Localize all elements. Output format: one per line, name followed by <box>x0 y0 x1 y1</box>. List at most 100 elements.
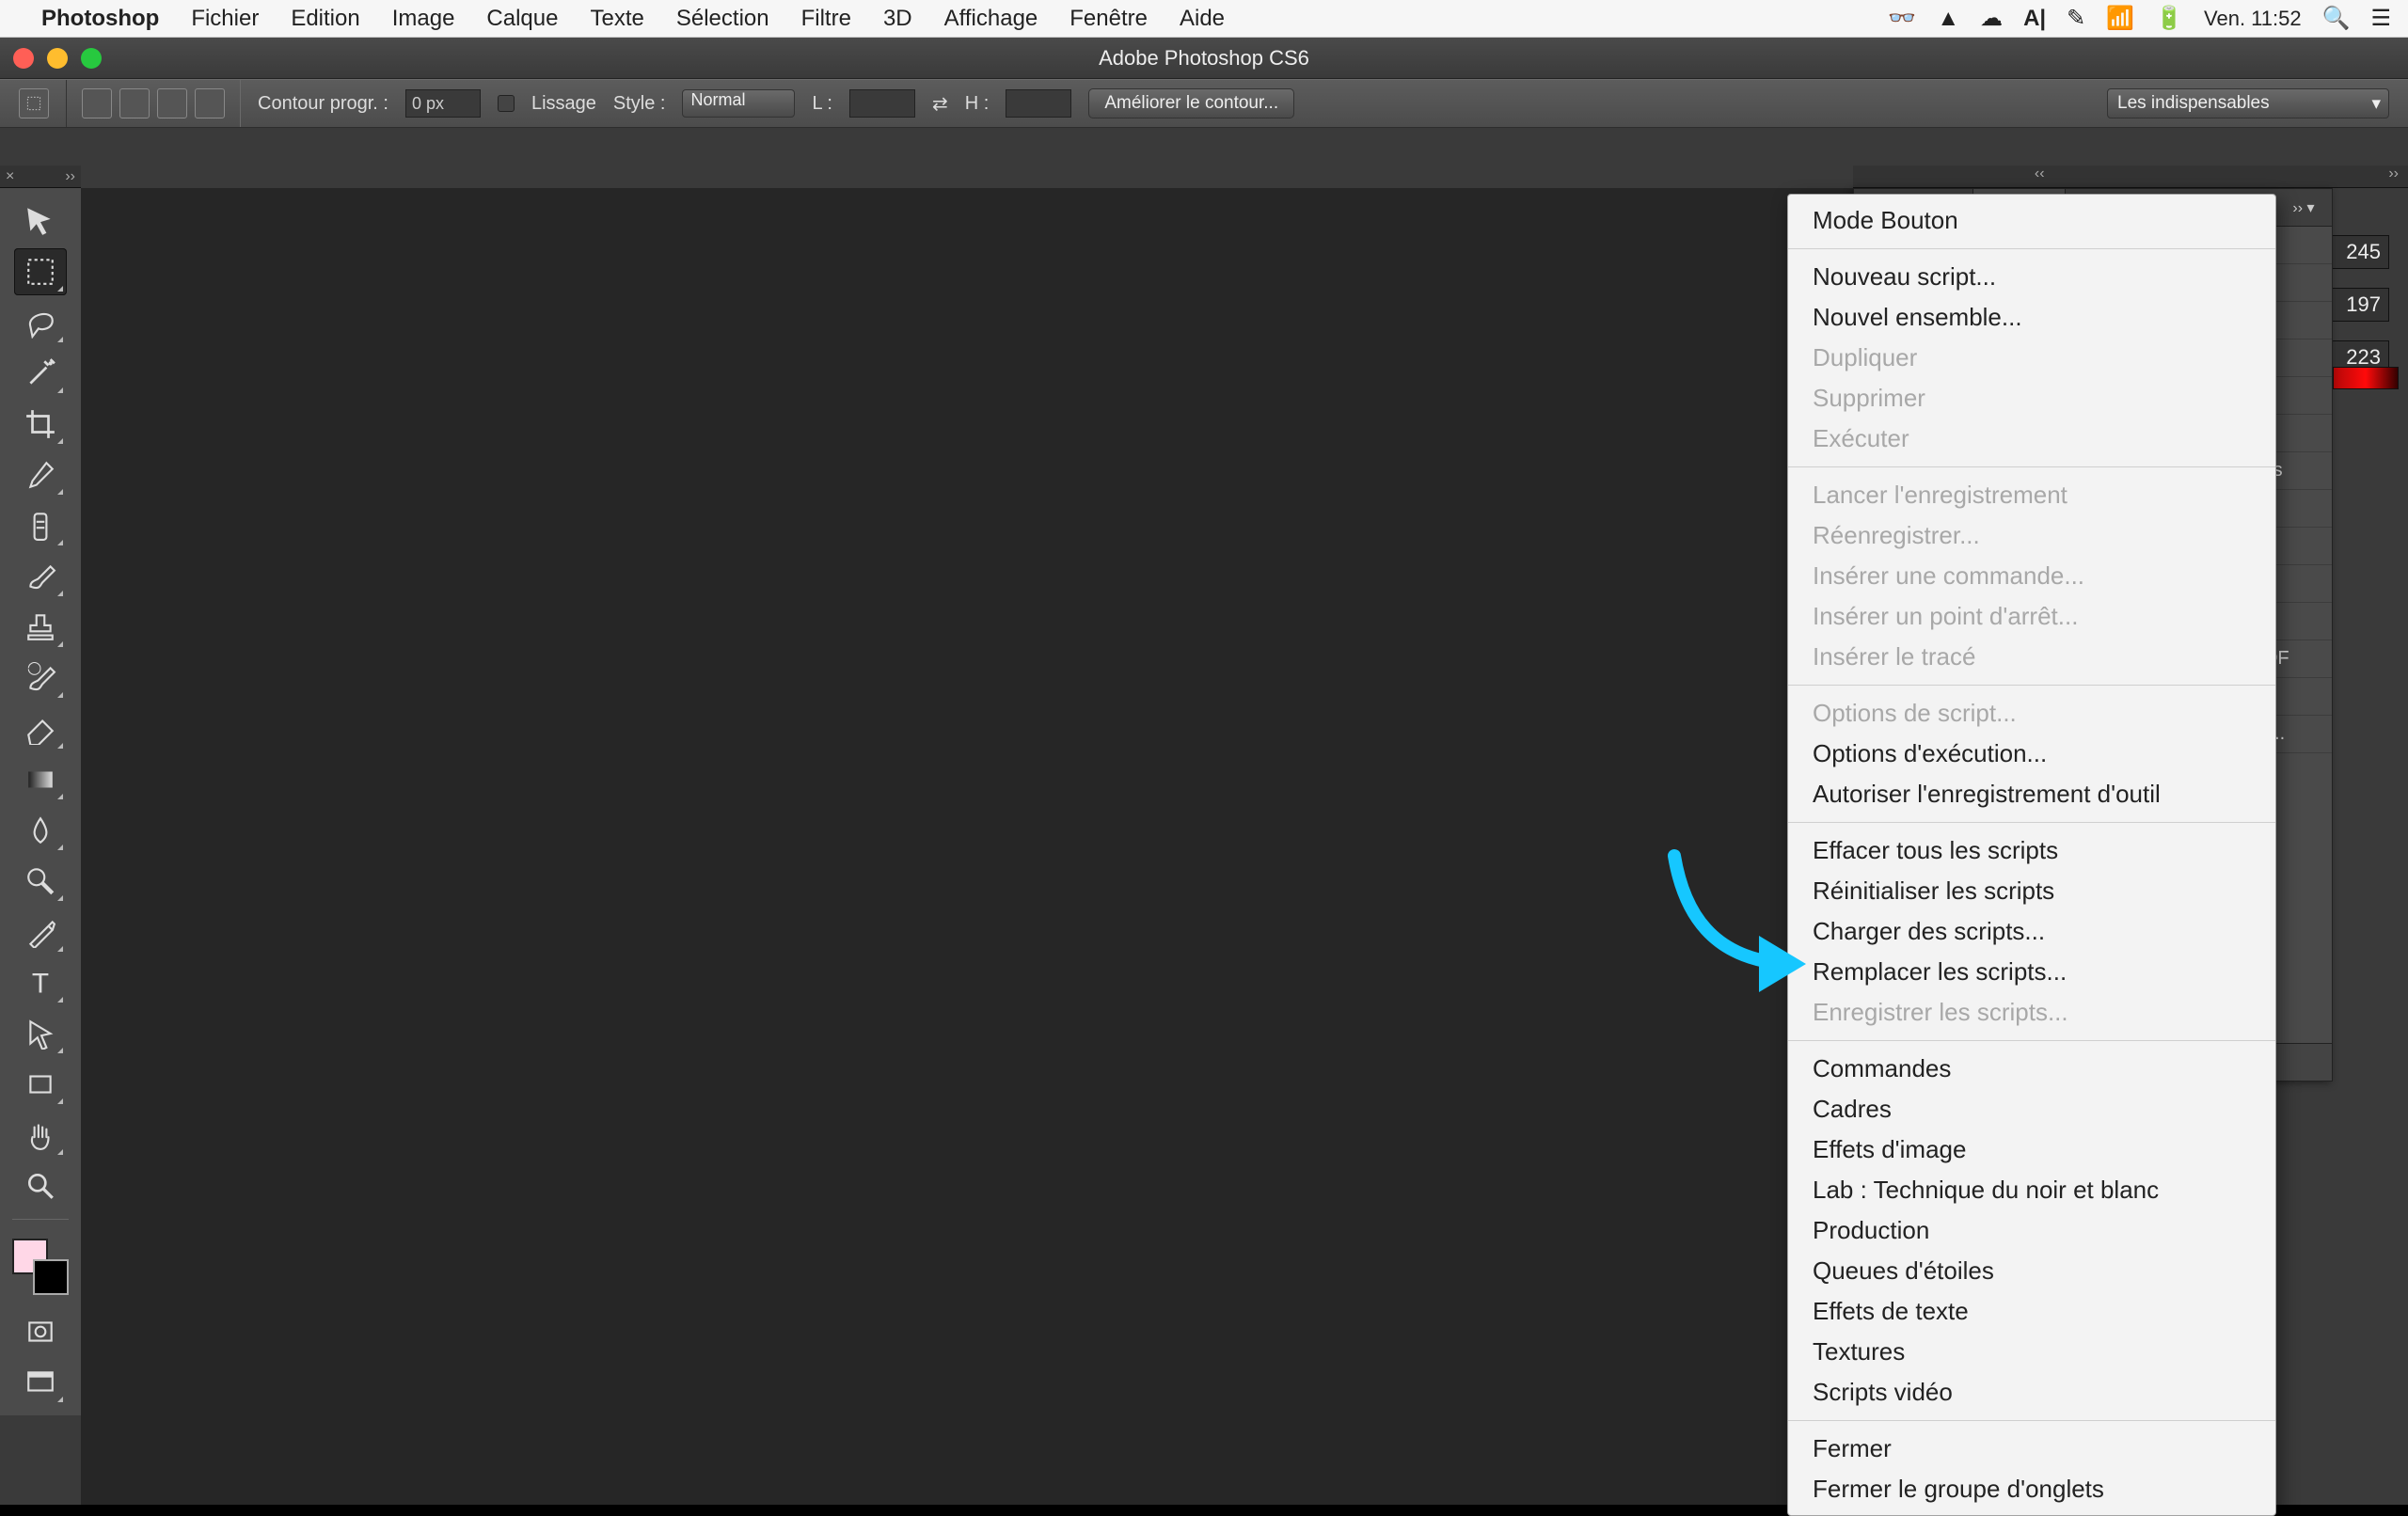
menu-item[interactable]: Lab : Technique du noir et blanc <box>1788 1170 2275 1210</box>
battery-icon[interactable]: 🔋 <box>2155 5 2183 32</box>
swap-wh-icon[interactable]: ⇄ <box>932 92 948 116</box>
tool-preset-picker[interactable] <box>19 88 49 118</box>
refine-edge-button[interactable]: Améliorer le contour... <box>1088 88 1294 118</box>
glasses-icon[interactable]: 👓 <box>1888 5 1916 32</box>
tool-path-select[interactable] <box>14 1010 67 1057</box>
menu-item[interactable]: Commandes <box>1788 1049 2275 1089</box>
menu-edition[interactable]: Edition <box>291 6 359 32</box>
spotlight-icon[interactable]: 🔍 <box>2322 5 2351 32</box>
menu-item[interactable]: Réinitialiser les scripts <box>1788 871 2275 911</box>
evernote-icon[interactable]: ✎ <box>2067 5 2085 32</box>
workspace-select[interactable]: Les indispensables <box>2107 88 2389 118</box>
menu-item[interactable]: Scripts vidéo <box>1788 1372 2275 1413</box>
tool-type[interactable]: T <box>14 959 67 1006</box>
menu-filtre[interactable]: Filtre <box>801 6 851 32</box>
selection-mode-group <box>66 80 241 127</box>
menu-item[interactable]: Effacer tous les scripts <box>1788 830 2275 871</box>
adobe-a-icon[interactable]: A| <box>2023 6 2046 32</box>
color-g-value[interactable]: 197 <box>2323 288 2389 322</box>
menu-fichier[interactable]: Fichier <box>191 6 259 32</box>
toolbox-collapse-strip[interactable]: ×›› <box>0 166 81 188</box>
menu-item[interactable]: Queues d'étoiles <box>1788 1251 2275 1291</box>
tool-pen[interactable] <box>14 908 67 955</box>
tool-marquee[interactable] <box>14 248 67 295</box>
menu-item[interactable]: Textures <box>1788 1332 2275 1372</box>
width-input[interactable] <box>849 89 915 118</box>
photoshop-window: Adobe Photoshop CS6 Contour progr. : Lis… <box>0 38 2408 1505</box>
color-swatches[interactable] <box>12 1239 69 1295</box>
canvas-area[interactable] <box>81 188 1853 1505</box>
collapse-icon: ‹‹ <box>2035 166 2045 187</box>
gdrive-icon[interactable]: ▲ <box>1937 6 1959 32</box>
tool-crop[interactable] <box>14 401 67 448</box>
tool-eraser[interactable] <box>14 705 67 752</box>
selection-subtract-icon[interactable] <box>157 88 187 118</box>
width-label: L : <box>812 93 832 115</box>
window-close-button[interactable] <box>13 48 34 69</box>
menu-selection[interactable]: Sélection <box>676 6 769 32</box>
menu-item[interactable]: Effets de texte <box>1788 1291 2275 1332</box>
style-select[interactable]: Normal <box>682 89 795 118</box>
panels-collapse-strip[interactable]: ‹‹ ›› <box>1853 166 2408 188</box>
quick-mask-button[interactable] <box>14 1308 67 1355</box>
tool-blur[interactable] <box>14 807 67 854</box>
tool-hand[interactable] <box>14 1112 67 1159</box>
menu-item[interactable]: Effets d'image <box>1788 1129 2275 1170</box>
tool-lasso[interactable] <box>14 299 67 346</box>
window-title: Adobe Photoshop CS6 <box>1099 46 1309 71</box>
tool-zoom[interactable] <box>14 1162 67 1209</box>
menu-item[interactable]: Charger des scripts... <box>1788 911 2275 952</box>
tool-healing[interactable] <box>14 502 67 549</box>
screen-mode-button[interactable] <box>14 1359 67 1406</box>
selection-intersect-icon[interactable] <box>195 88 225 118</box>
tool-shape[interactable] <box>14 1061 67 1108</box>
height-label: H : <box>965 93 990 115</box>
height-input[interactable] <box>1006 89 1071 118</box>
antialias-checkbox[interactable] <box>498 95 515 112</box>
tool-brush[interactable] <box>14 553 67 600</box>
menu-item[interactable]: Options d'exécution... <box>1788 734 2275 774</box>
menu-item[interactable]: Mode Bouton <box>1788 200 2275 241</box>
selection-new-icon[interactable] <box>82 88 112 118</box>
tool-dodge[interactable] <box>14 858 67 905</box>
panel-flyout-button[interactable]: ›› ▾ <box>2275 189 2332 226</box>
menu-texte[interactable]: Texte <box>590 6 643 32</box>
window-minimize-button[interactable] <box>47 48 68 69</box>
window-traffic-lights <box>13 48 102 69</box>
tool-gradient[interactable] <box>14 756 67 803</box>
tool-history-brush[interactable] <box>14 655 67 702</box>
scripts-flyout-menu: Mode Bouton Nouveau script...Nouvel ensem… <box>1787 194 2276 1516</box>
menu-item[interactable]: Fermer le groupe d'onglets <box>1788 1469 2275 1509</box>
menu-calque[interactable]: Calque <box>486 6 558 32</box>
menu-fenetre[interactable]: Fenêtre <box>1069 6 1148 32</box>
menu-item[interactable]: Nouvel ensemble... <box>1788 297 2275 338</box>
tool-move[interactable] <box>14 197 67 245</box>
menu-aide[interactable]: Aide <box>1180 6 1225 32</box>
menubar-clock[interactable]: Ven. 11:52 <box>2204 7 2302 31</box>
menu-image[interactable]: Image <box>392 6 455 32</box>
menu-separator <box>1788 685 2275 686</box>
menu-item[interactable]: Cadres <box>1788 1089 2275 1129</box>
creative-cloud-icon[interactable]: ☁︎ <box>1980 5 2003 32</box>
color-r-value[interactable]: 245 <box>2323 235 2389 269</box>
selection-add-icon[interactable] <box>119 88 150 118</box>
window-zoom-button[interactable] <box>81 48 102 69</box>
tool-eyedropper[interactable] <box>14 451 67 498</box>
notifications-icon[interactable]: ☰ <box>2370 5 2391 32</box>
menu-3d[interactable]: 3D <box>883 6 912 32</box>
menu-item[interactable]: Fermer <box>1788 1429 2275 1469</box>
menu-item[interactable]: Remplacer les scripts... <box>1788 952 2275 992</box>
feather-input[interactable] <box>405 89 481 118</box>
color-ramp[interactable] <box>2333 367 2399 389</box>
menu-item[interactable]: Production <box>1788 1210 2275 1251</box>
menu-item[interactable]: Autoriser l'enregistrement d'outil <box>1788 774 2275 814</box>
menubar-app[interactable]: Photoshop <box>41 6 159 32</box>
tool-stamp[interactable] <box>14 604 67 651</box>
background-swatch[interactable] <box>33 1259 69 1295</box>
menu-item[interactable]: Nouveau script... <box>1788 257 2275 297</box>
tool-wand[interactable] <box>14 350 67 397</box>
antialias-label: Lissage <box>531 93 596 115</box>
wifi-icon[interactable]: 📶 <box>2106 5 2134 32</box>
menu-affichage[interactable]: Affichage <box>944 6 1038 32</box>
menu-item: Réenregistrer... <box>1788 515 2275 556</box>
